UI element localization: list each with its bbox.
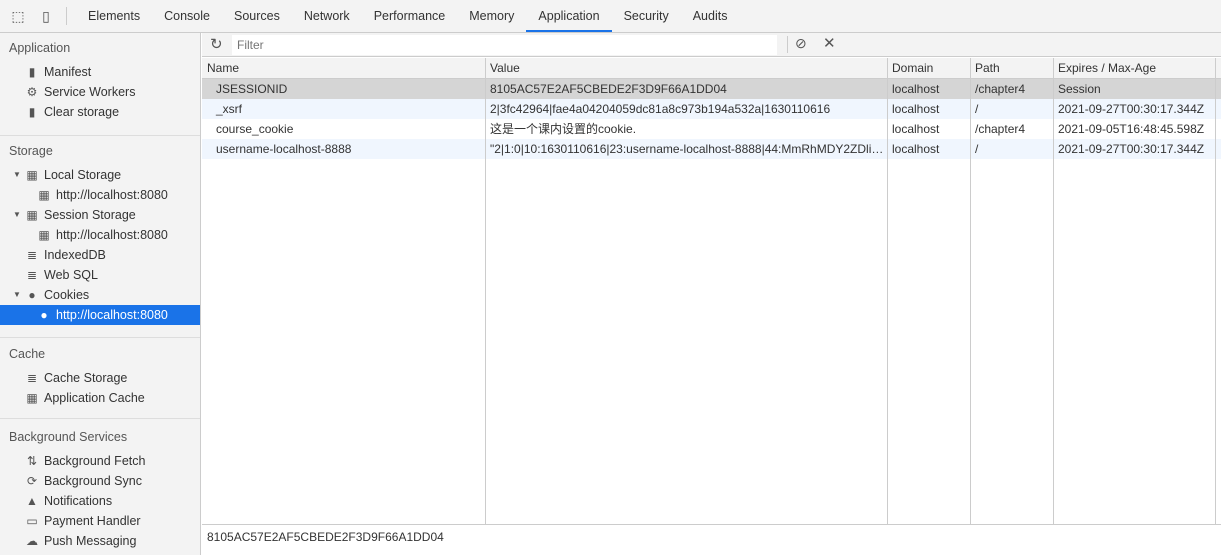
- expand-triangle-icon[interactable]: ▼: [13, 285, 21, 305]
- cell-path: /chapter4: [975, 122, 1026, 136]
- cell-domain: localhost: [892, 142, 940, 156]
- grid-icon: ▦: [26, 208, 38, 222]
- up-down-arrows-icon: ⇅: [26, 454, 38, 468]
- sidebar-item-local-storage[interactable]: ▼ ▦ Local Storage: [0, 165, 200, 185]
- section-cache: Cache: [9, 347, 46, 361]
- file-icon: ▮: [28, 65, 36, 79]
- cell-name: course_cookie: [216, 122, 294, 136]
- grid-icon: ▦: [26, 391, 38, 405]
- sidebar-item-notifications[interactable]: ▲ Notifications: [0, 491, 200, 511]
- column-header-path[interactable]: Path: [970, 58, 1053, 78]
- cell-expires: Session: [1058, 82, 1101, 96]
- sidebar-item-manifest[interactable]: ▮ Manifest: [0, 62, 200, 82]
- cookie-icon: ●: [40, 308, 48, 322]
- column-header-domain[interactable]: Domain: [887, 58, 970, 78]
- card-icon: ▭: [26, 514, 38, 528]
- tab-security[interactable]: Security: [612, 0, 681, 32]
- tab-performance[interactable]: Performance: [362, 0, 458, 32]
- bell-icon: ▲: [26, 494, 38, 508]
- cell-domain: localhost: [892, 122, 940, 136]
- cell-value: "2|1:0|10:1630110616|23:username-localho…: [490, 142, 887, 156]
- sidebar-item-websql[interactable]: ≣ Web SQL: [0, 265, 200, 285]
- cell-expires: 2021-09-05T16:48:45.598Z: [1058, 122, 1205, 136]
- clear-all-icon[interactable]: ⊘: [795, 35, 807, 52]
- sidebar-item-indexeddb[interactable]: ≣ IndexedDB: [0, 245, 200, 265]
- sidebar-item-push-messaging[interactable]: ☁ Push Messaging: [0, 531, 200, 551]
- sidebar-item-session-storage[interactable]: ▼ ▦ Session Storage: [0, 205, 200, 225]
- divider: [0, 418, 200, 419]
- cell-value: 8105AC57E2AF5CBEDE2F3D9F66A1DD04: [490, 82, 727, 96]
- device-toolbar-icon[interactable]: ▯: [36, 6, 56, 26]
- cell-path: /chapter4: [975, 82, 1026, 96]
- cookies-toolbar: ↻ ⊘ ✕: [202, 33, 1221, 57]
- tab-memory[interactable]: Memory: [457, 0, 526, 32]
- sidebar-item-application-cache[interactable]: ▦ Application Cache: [0, 388, 200, 408]
- column-header-value[interactable]: Value: [485, 58, 887, 78]
- trash-icon: ▮: [28, 105, 36, 119]
- divider: [0, 135, 200, 136]
- cell-value: 2|3fc42964|fae4a04204059dc81a8c973b194a5…: [490, 102, 831, 116]
- column-header-name[interactable]: Name: [202, 58, 485, 78]
- section-application: Application: [9, 41, 71, 55]
- cell-name: username-localhost-8888: [216, 142, 352, 156]
- cloud-icon: ☁: [26, 534, 38, 548]
- database-icon: ≣: [26, 268, 38, 282]
- database-icon: ≣: [26, 371, 38, 385]
- divider: [66, 7, 67, 25]
- tab-audits[interactable]: Audits: [681, 0, 740, 32]
- column-divider[interactable]: [1215, 58, 1216, 525]
- cell-name: JSESSIONID: [216, 82, 288, 96]
- delete-selected-icon[interactable]: ✕: [823, 34, 836, 52]
- tab-elements[interactable]: Elements: [76, 0, 152, 32]
- sidebar-item-local-origin[interactable]: ▦ http://localhost:8080: [0, 185, 200, 205]
- expand-triangle-icon[interactable]: ▼: [13, 165, 21, 185]
- column-header-expires[interactable]: Expires / Max-Age: [1053, 58, 1215, 78]
- sidebar: Application ▮ Manifest ⚙ Service Workers ▮…: [0, 33, 201, 555]
- sidebar-item-cookie-origin[interactable]: ● http://localhost:8080: [0, 305, 200, 325]
- tab-console[interactable]: Console: [152, 0, 222, 32]
- database-icon: ≣: [26, 248, 38, 262]
- cell-expires: 2021-09-27T00:30:17.344Z: [1058, 102, 1205, 116]
- sidebar-item-session-origin[interactable]: ▦ http://localhost:8080: [0, 225, 200, 245]
- cookies-table: Name Value Domain Path Expires / Max-Age JSES…: [202, 58, 1221, 525]
- cell-value: 这是一个课内设置的cookie.: [490, 122, 637, 136]
- sidebar-item-clear-storage[interactable]: ▮ Clear storage: [0, 102, 200, 122]
- cell-domain: localhost: [892, 82, 940, 96]
- sidebar-item-payment-handler[interactable]: ▭ Payment Handler: [0, 511, 200, 531]
- inspect-element-icon[interactable]: ⬚: [8, 6, 28, 26]
- expand-triangle-icon[interactable]: ▼: [13, 205, 21, 225]
- cookie-icon: ●: [28, 288, 36, 302]
- sidebar-item-background-sync[interactable]: ⟳ Background Sync: [0, 471, 200, 491]
- sidebar-item-cookies[interactable]: ▼ ● Cookies: [0, 285, 200, 305]
- tab-sources[interactable]: Sources: [222, 0, 292, 32]
- devtools-tabbar: ⬚ ▯ Elements Console Sources Network Per…: [0, 0, 1221, 33]
- cell-path: /: [975, 102, 979, 116]
- sidebar-item-service-workers[interactable]: ⚙ Service Workers: [0, 82, 200, 102]
- sidebar-item-cache-storage[interactable]: ≣ Cache Storage: [0, 368, 200, 388]
- tab-application[interactable]: Application: [526, 0, 612, 32]
- gear-icon: ⚙: [26, 85, 38, 99]
- cell-name: _xsrf: [216, 102, 243, 116]
- refresh-icon[interactable]: ↻: [210, 35, 223, 53]
- section-background-services: Background Services: [9, 430, 128, 444]
- sync-icon: ⟳: [26, 474, 38, 488]
- grid-icon: ▦: [38, 228, 50, 242]
- filter-input[interactable]: [232, 35, 777, 55]
- grid-icon: ▦: [38, 188, 50, 202]
- cell-path: /: [975, 142, 979, 156]
- divider: [787, 36, 788, 53]
- grid-icon: ▦: [26, 168, 38, 182]
- cell-domain: localhost: [892, 102, 940, 116]
- section-storage: Storage: [9, 144, 53, 158]
- cell-expires: 2021-09-27T00:30:17.344Z: [1058, 142, 1205, 156]
- divider: [0, 337, 200, 338]
- tab-network[interactable]: Network: [292, 0, 362, 32]
- cookie-value-preview: 8105AC57E2AF5CBEDE2F3D9F66A1DD04: [207, 530, 444, 544]
- sidebar-item-background-fetch[interactable]: ⇅ Background Fetch: [0, 451, 200, 471]
